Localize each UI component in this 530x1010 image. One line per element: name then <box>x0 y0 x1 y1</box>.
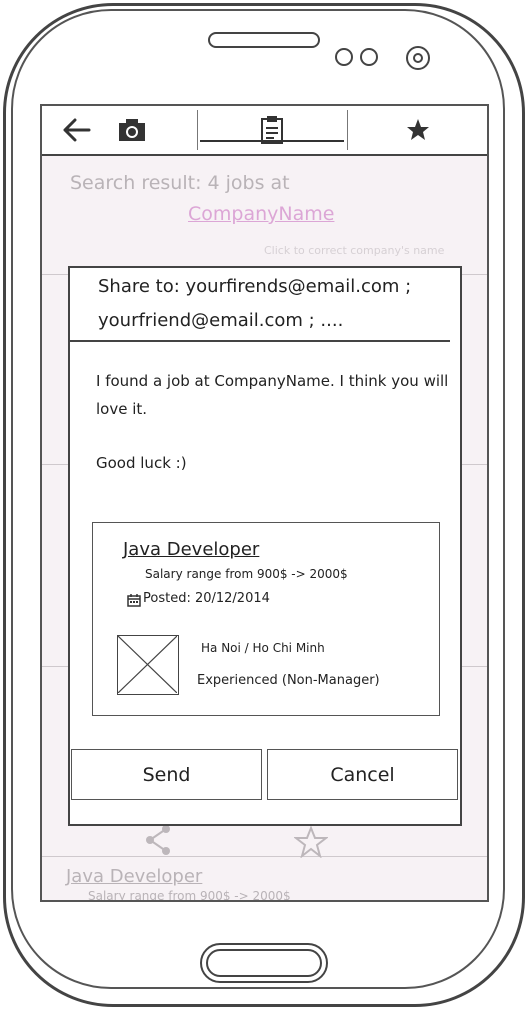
share-to-line-2[interactable]: yourfriend@email.com ; .... <box>98 310 343 331</box>
share-to-line-1[interactable]: Share to: yourfirends@email.com ; <box>98 276 411 297</box>
camera-button[interactable] <box>112 106 152 154</box>
back-button[interactable] <box>56 106 96 154</box>
clipboard-button[interactable] <box>252 106 292 154</box>
front-camera-icon <box>406 46 430 70</box>
card-posted-date: Posted: 20/12/2014 <box>143 591 270 606</box>
bottom-job-salary: Salary range from 900$ -> 2000$ <box>88 889 291 902</box>
job-card: Java Developer Salary range from 900$ ->… <box>92 522 440 716</box>
favorite-button[interactable] <box>398 106 438 154</box>
star-outline-icon[interactable] <box>294 826 328 858</box>
cancel-button[interactable]: Cancel <box>267 749 458 800</box>
card-salary: Salary range from 900$ -> 2000$ <box>145 567 348 581</box>
company-name-link[interactable]: CompanyName <box>188 203 334 225</box>
phone-sensor <box>335 48 353 66</box>
star-icon <box>407 119 429 140</box>
image-placeholder-icon <box>118 636 177 693</box>
toolbar-divider <box>197 110 198 150</box>
company-logo-placeholder <box>117 635 179 695</box>
arrow-left-icon <box>63 118 91 142</box>
toolbar-divider <box>347 110 348 150</box>
card-location: Ha Noi / Ho Chi Minh <box>201 641 325 655</box>
bottom-job-title[interactable]: Java Developer <box>66 866 202 887</box>
share-divider <box>70 340 450 342</box>
message-line-2[interactable]: love it. <box>96 400 147 418</box>
share-icon[interactable] <box>144 824 174 856</box>
message-line-3[interactable]: Good luck :) <box>96 454 187 472</box>
card-level: Experienced (Non-Manager) <box>197 673 380 688</box>
card-job-title: Java Developer <box>123 539 260 560</box>
share-dialog: Share to: yourfirends@email.com ; yourfr… <box>68 266 462 826</box>
phone-speaker <box>208 32 320 48</box>
phone-sensor <box>360 48 378 66</box>
list-divider <box>42 856 487 857</box>
active-tab-indicator <box>200 140 344 142</box>
correct-company-hint[interactable]: Click to correct company's name <box>264 244 444 257</box>
toolbar <box>42 106 487 156</box>
search-result-text: Search result: 4 jobs at <box>70 172 290 194</box>
camera-icon <box>119 119 145 141</box>
calendar-icon <box>127 594 141 607</box>
home-button[interactable] <box>200 943 328 983</box>
message-line-1[interactable]: I found a job at CompanyName. I think yo… <box>96 372 448 390</box>
send-button[interactable]: Send <box>71 749 262 800</box>
